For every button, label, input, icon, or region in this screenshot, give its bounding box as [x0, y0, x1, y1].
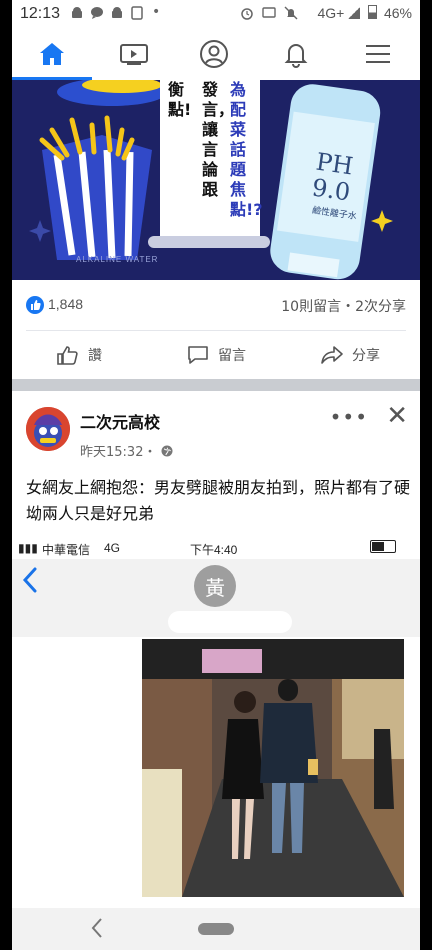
clipboard-icon [131, 6, 143, 20]
share-label: 分享 [352, 348, 380, 364]
status-right: 4G+ 46% [317, 5, 412, 21]
chat-bubble-icon [91, 7, 103, 19]
comment-icon [188, 346, 208, 364]
tab-profile[interactable] [180, 28, 248, 80]
page-name[interactable]: 二次元高校 [80, 409, 160, 433]
system-navigation-bar [12, 908, 420, 950]
comment-button[interactable]: 留言 [186, 331, 246, 379]
like-count[interactable]: 1,848 [48, 296, 83, 312]
signal-icon [348, 7, 361, 19]
video-icon [120, 44, 148, 65]
feed-separator [12, 379, 420, 391]
android-icon [72, 7, 82, 18]
comment-share-count[interactable]: 10則留言・2次分享 [281, 296, 406, 316]
close-icon[interactable]: ✕ [386, 401, 408, 431]
network-type: 4G+ [317, 5, 345, 21]
like-reaction-icon [26, 296, 44, 314]
share-button[interactable]: 分享 [320, 331, 380, 379]
share-icon [321, 346, 343, 364]
embedded-status-bar: ▮▮▮ 中華電信 4G 下午4:40 [12, 537, 420, 559]
android-icon [112, 7, 122, 18]
cast-icon [262, 7, 276, 18]
embedded-carrier: 中華電信 [42, 543, 91, 557]
like-label: 讚 [88, 348, 102, 364]
dot-icon: • [152, 4, 161, 20]
chat-header: 黃 [12, 559, 420, 637]
embedded-network: 4G [104, 541, 121, 555]
post-banner-image[interactable]: 衡點! 發言，讓言論跟 為配菜話題焦點!? PH 9.0 鹼性離子水 ALKAL… [12, 80, 420, 280]
tab-video[interactable] [100, 28, 168, 80]
post-timestamp[interactable]: 昨天15:32・ [80, 441, 173, 460]
street-photo [142, 639, 404, 897]
back-chevron-icon [22, 567, 37, 593]
embedded-battery-icon [370, 540, 396, 553]
tab-menu[interactable] [344, 28, 412, 80]
status-bar: 12:13 • 4G+ 46% [12, 0, 420, 28]
more-options-button[interactable]: ••• [330, 405, 368, 429]
battery-level: 46% [383, 5, 412, 21]
reaction-summary[interactable]: 1,848 10則留言・2次分享 [12, 280, 420, 330]
post-text: 女網友上網抱怨：男友劈腿被朋友拍到，照片都有了硬坳兩人只是好兄弟 [26, 478, 411, 523]
embedded-signal-icon: ▮▮▮ [18, 541, 38, 555]
tab-notifications[interactable] [262, 28, 330, 80]
banner-text-left: 衡點! [168, 80, 192, 119]
mute-icon [284, 6, 298, 20]
banner-text-right: 為配菜話題焦點!? [230, 80, 263, 219]
timestamp-text: 昨天15:32・ [80, 445, 157, 460]
bottle-value: 9.0 [310, 173, 352, 207]
top-nav [12, 28, 420, 81]
status-time: 12:13 [20, 5, 61, 22]
home-pill-button[interactable] [198, 923, 234, 935]
menu-icon [366, 45, 390, 63]
contact-avatar: 黃 [194, 565, 236, 607]
back-icon[interactable] [90, 917, 104, 939]
post-image[interactable]: ▮▮▮ 中華電信 4G 下午4:40 黃 [12, 537, 420, 908]
contact-name-redacted [168, 611, 292, 633]
tab-home[interactable] [18, 28, 86, 80]
battery-icon [368, 5, 378, 19]
like-button[interactable]: 讚 [56, 331, 102, 379]
feed-post: 二次元高校 昨天15:32・ ••• ✕ 女網友上網抱怨：男友劈腿被朋友拍到，照… [12, 391, 420, 908]
page-avatar[interactable] [26, 407, 70, 451]
embedded-time: 下午4:40 [190, 543, 238, 557]
bell-icon [284, 44, 308, 68]
profile-icon [200, 40, 228, 68]
comment-label: 留言 [218, 348, 246, 364]
banner-caption: ALKALINE WATER [76, 255, 159, 264]
banner-text-middle: 發言，讓言論跟 [202, 80, 235, 199]
globe-icon [161, 445, 173, 457]
app-frame: 12:13 • 4G+ 46% 衡點! 發言，讓言論跟 為配菜話題焦點!? PH… [12, 0, 420, 950]
thumbs-up-icon [57, 346, 78, 365]
home-icon [40, 43, 64, 65]
post-actions: 讚 留言 分享 [12, 331, 420, 379]
alarm-icon [241, 8, 253, 20]
